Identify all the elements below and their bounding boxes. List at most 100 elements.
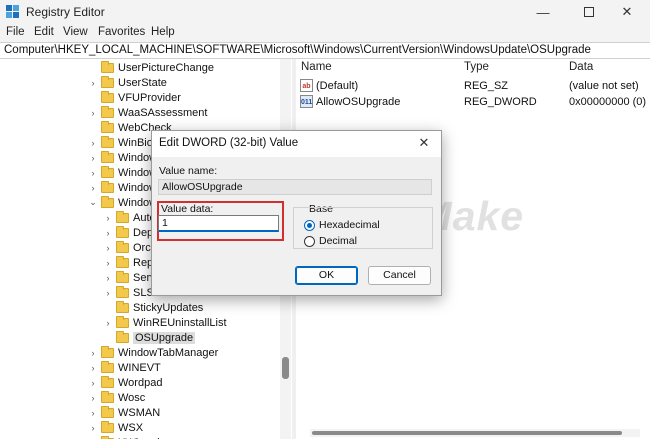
address-bar[interactable]: Computer\HKEY_LOCAL_MACHINE\SOFTWARE\Mic…: [0, 42, 650, 59]
ok-button[interactable]: OK: [295, 266, 358, 285]
tree-item[interactable]: › Window: [88, 150, 157, 165]
chevron-icon[interactable]: ›: [88, 153, 98, 163]
close-button[interactable]: ✕: [604, 0, 650, 24]
chevron-icon[interactable]: ›: [88, 378, 98, 388]
folder-icon: [116, 225, 129, 238]
value-row[interactable]: ab (Default) REG_SZ (value not set): [300, 78, 650, 94]
chevron-icon[interactable]: ›: [88, 138, 98, 148]
value-row[interactable]: 011 AllowOSUpgrade REG_DWORD 0x00000000 …: [300, 94, 650, 110]
cancel-button[interactable]: Cancel: [368, 266, 431, 285]
tree-item[interactable]: › Window: [88, 165, 157, 180]
edit-dword-dialog: Edit DWORD (32-bit) Value ✕ Value name: …: [151, 130, 442, 296]
dialog-title-bar: Edit DWORD (32-bit) Value ✕: [152, 131, 441, 157]
value-name: AllowOSUpgrade: [316, 96, 401, 108]
tree-item[interactable]: › WinBio: [88, 135, 153, 150]
chevron-icon[interactable]: ›: [103, 213, 113, 223]
folder-icon: [101, 150, 114, 163]
tree-item[interactable]: › Window: [88, 180, 157, 195]
tree-item[interactable]: › WINEVT: [88, 360, 161, 375]
value-data-input[interactable]: 1: [158, 215, 279, 232]
column-header-data[interactable]: Data: [569, 61, 593, 73]
tree-item-label: WinBio: [118, 136, 153, 149]
tree-item[interactable]: › UserState: [88, 75, 167, 90]
menu-edit[interactable]: Edit: [34, 26, 54, 38]
chevron-icon[interactable]: ›: [88, 348, 98, 358]
address-path[interactable]: Computer\HKEY_LOCAL_MACHINE\SOFTWARE\Mic…: [4, 44, 591, 56]
folder-icon: [116, 330, 129, 343]
tree-item[interactable]: › Wosc: [88, 390, 145, 405]
hexadecimal-radio-label[interactable]: Hexadecimal: [319, 219, 380, 231]
chevron-icon[interactable]: ›: [88, 408, 98, 418]
tree-item[interactable]: VFUProvider: [88, 90, 181, 105]
tree-item-label: StickyUpdates: [133, 301, 204, 314]
folder-icon: [116, 300, 129, 313]
dialog-close-icon[interactable]: ✕: [414, 135, 434, 153]
registry-editor-window: Registry Editor — ✕ File Edit View Favor…: [0, 0, 650, 439]
chevron-icon[interactable]: ›: [88, 168, 98, 178]
decimal-radio-label[interactable]: Decimal: [319, 235, 357, 247]
chevron-icon[interactable]: ›: [103, 318, 113, 328]
folder-icon: [101, 165, 114, 178]
tree-item[interactable]: › WaaSAssessment: [88, 105, 207, 120]
folder-icon: [101, 375, 114, 388]
value-name-field[interactable]: AllowOSUpgrade: [158, 179, 432, 195]
tree-item[interactable]: › Depl: [103, 225, 156, 240]
tree-item[interactable]: ⌄ Window: [88, 195, 157, 210]
tree-item[interactable]: StickyUpdates: [103, 300, 203, 315]
value-name-label: Value name:: [159, 165, 218, 177]
menu-file[interactable]: File: [6, 26, 25, 38]
column-header-name[interactable]: Name: [301, 61, 332, 73]
registry-editor-icon: [6, 5, 19, 18]
column-header-type[interactable]: Type: [464, 61, 489, 73]
menu-favorites[interactable]: Favorites: [98, 26, 145, 38]
tree-item-label: WSMAN: [118, 406, 161, 419]
folder-icon: [101, 195, 114, 208]
values-horizontal-scrollbar[interactable]: [310, 429, 640, 437]
chevron-icon[interactable]: ›: [88, 363, 98, 373]
menu-help[interactable]: Help: [151, 26, 175, 38]
minimize-button[interactable]: —: [520, 0, 566, 24]
tree-item[interactable]: ›XWizards: [88, 435, 165, 439]
close-icon: ✕: [621, 4, 633, 19]
folder-icon: [101, 120, 114, 133]
tree-item[interactable]: OSUpgrade: [103, 330, 196, 345]
folder-icon: [116, 210, 129, 223]
chevron-icon[interactable]: ›: [103, 258, 113, 268]
tree-item[interactable]: › SLS: [103, 285, 154, 300]
tree-item[interactable]: › Wordpad: [88, 375, 162, 390]
values-scrollbar-thumb[interactable]: [312, 431, 622, 435]
chevron-icon[interactable]: ›: [88, 393, 98, 403]
menu-view[interactable]: View: [63, 26, 88, 38]
tree-item[interactable]: › Auto: [103, 210, 156, 225]
value-data: (value not set): [569, 80, 639, 92]
chevron-icon[interactable]: ⌄: [88, 197, 98, 208]
tree-item[interactable]: › WSX: [88, 420, 143, 435]
chevron-icon[interactable]: ›: [103, 228, 113, 238]
folder-icon: [116, 255, 129, 268]
hexadecimal-radio[interactable]: [304, 220, 315, 231]
tree-item[interactable]: › Servi: [103, 270, 158, 285]
tree-item[interactable]: › WindowTabManager: [88, 345, 218, 360]
chevron-icon[interactable]: ›: [88, 78, 98, 88]
folder-icon: [116, 315, 129, 328]
tree-item[interactable]: UserPictureChange: [88, 60, 214, 75]
tree-item[interactable]: › WSMAN: [88, 405, 160, 420]
chevron-icon[interactable]: ›: [103, 273, 113, 283]
tree-scrollbar-thumb[interactable]: [282, 357, 289, 379]
tree-item-label: WINEVT: [118, 361, 161, 374]
folder-icon: [101, 90, 114, 103]
chevron-icon[interactable]: ›: [88, 183, 98, 193]
folder-icon: [101, 420, 114, 433]
minimize-icon: —: [536, 4, 550, 20]
folder-icon: [116, 270, 129, 283]
value-name: (Default): [316, 80, 359, 92]
decimal-radio[interactable]: [304, 236, 315, 247]
tree-item[interactable]: › WinREUninstallList: [103, 315, 227, 330]
chevron-icon[interactable]: ›: [103, 243, 113, 253]
chevron-icon[interactable]: ›: [88, 108, 98, 118]
chevron-icon[interactable]: ›: [88, 423, 98, 433]
tree-item[interactable]: › Orch: [103, 240, 157, 255]
chevron-icon[interactable]: ›: [103, 288, 113, 298]
value-data-label: Value data:: [161, 203, 214, 215]
value-type: REG_DWORD: [464, 96, 537, 108]
